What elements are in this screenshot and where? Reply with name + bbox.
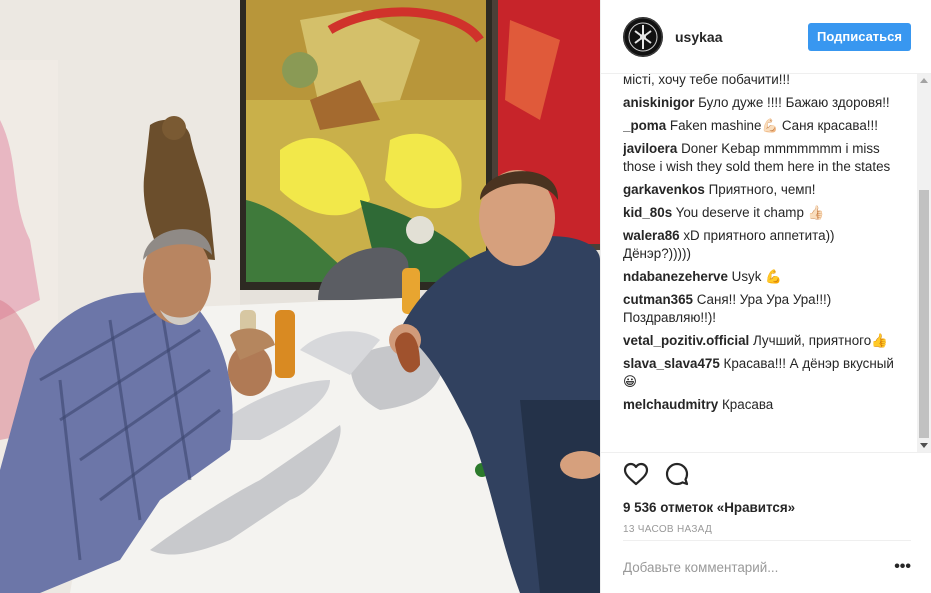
comment-username[interactable]: javiloera <box>623 141 677 156</box>
post-header: usykaa Подписаться <box>601 0 931 74</box>
post-photo-image <box>0 0 600 593</box>
comment-item: garkavenkos Приятного, чемп! <box>623 181 901 199</box>
comment-item: melchaudmitry Красава <box>623 396 901 414</box>
comment-text: Красава <box>722 397 774 412</box>
comment-text: You deserve it champ 👍🏻 <box>675 205 825 220</box>
comment-text: місті, хочу тебе побачити!!! <box>623 74 790 87</box>
comment-item: aniskinigor Було дуже !!!! Бажаю здоровя… <box>623 94 901 112</box>
comment-username[interactable]: garkavenkos <box>623 182 705 197</box>
comment-item: slava_slava475 Красава!!! А дёнэр вкусны… <box>623 355 901 391</box>
comment-username[interactable]: _poma <box>623 118 666 133</box>
action-icons <box>623 462 909 490</box>
add-comment-bar: ••• <box>623 540 911 593</box>
comment-item: javiloera Doner Kebap mmmmmmm i miss tho… <box>623 140 901 176</box>
comment-text: Faken mashine💪🏻 Саня красава!!! <box>669 118 878 133</box>
comment-item: vetal_pozitiv.official Лучший, приятного… <box>623 332 901 350</box>
logo-icon <box>623 17 663 56</box>
comment-item: cutman365 Саня!! Ура Ура Ура!!!) Поздрав… <box>623 291 901 327</box>
comment-item: walera86 xD приятного аппетита)) Дёнэр?)… <box>623 227 901 263</box>
follow-button[interactable]: Подписаться <box>807 22 911 51</box>
comment-username[interactable]: slava_slava475 <box>623 356 720 371</box>
comment-username[interactable]: kid_80s <box>623 205 672 220</box>
comment-text: Приятного, чемп! <box>708 182 816 197</box>
likes-count[interactable]: 9 536 отметок «Нравится» <box>623 500 909 515</box>
comment-item: kid_80s You deserve it champ 👍🏻 <box>623 204 901 222</box>
comment-username[interactable]: vetal_pozitiv.official <box>623 333 749 348</box>
comment-text: Usyk 💪 <box>731 269 782 284</box>
scroll-down-arrow-icon[interactable] <box>920 443 928 448</box>
comment-username[interactable]: cutman365 <box>623 292 693 307</box>
comment-text: Було дуже !!!! Бажаю здоровя!! <box>698 95 890 110</box>
heart-icon[interactable] <box>623 462 649 491</box>
post-sidebar: usykaa Подписаться місті, хочу тебе поба… <box>600 0 931 593</box>
comment-item: _poma Faken mashine💪🏻 Саня красава!!! <box>623 117 901 135</box>
comment-username[interactable]: melchaudmitry <box>623 397 718 412</box>
comment-item: місті, хочу тебе побачити!!! <box>623 74 901 89</box>
comment-text: Лучший, приятного👍 <box>752 333 888 348</box>
add-comment-input[interactable] <box>623 559 895 575</box>
username[interactable]: usykaa <box>675 29 808 45</box>
post-photo[interactable] <box>0 0 600 593</box>
comments-list[interactable]: місті, хочу тебе побачити!!! aniskinigor… <box>623 74 901 452</box>
post-timestamp[interactable]: 13 часов назад <box>623 524 909 535</box>
scrollbar-thumb[interactable] <box>919 190 929 438</box>
instagram-post: usykaa Подписаться місті, хочу тебе поба… <box>0 0 931 593</box>
comment-username[interactable]: aniskinigor <box>623 95 694 110</box>
avatar[interactable] <box>623 16 663 57</box>
post-actions: 9 536 отметок «Нравится» 13 часов назад <box>601 452 931 535</box>
comment-item: ndabanezeherve Usyk 💪 <box>623 268 901 286</box>
comments-scrollbar[interactable] <box>917 74 931 452</box>
comment-username[interactable]: walera86 <box>623 228 680 243</box>
more-options-icon[interactable]: ••• <box>894 558 911 576</box>
scroll-up-arrow-icon[interactable] <box>920 78 928 83</box>
comment-icon[interactable] <box>665 462 689 491</box>
comment-username[interactable]: ndabanezeherve <box>623 269 728 284</box>
